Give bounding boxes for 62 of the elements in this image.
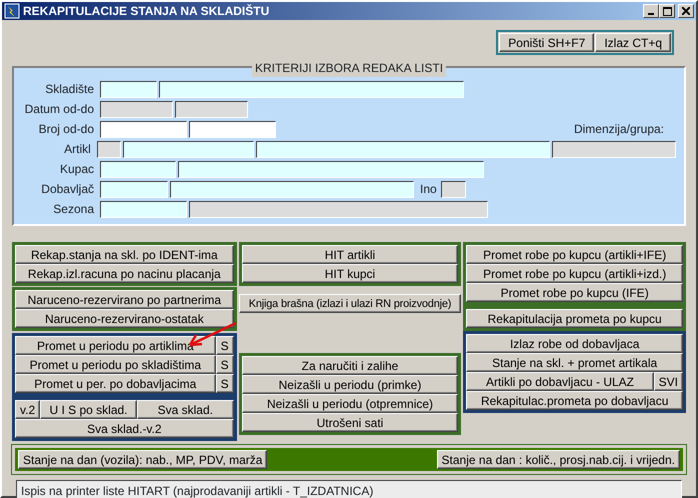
report-button[interactable]: Artikli po dobavljacu - ULAZ — [466, 372, 654, 391]
field-label: Datum od-do — [24, 101, 94, 118]
maximize-icon — [662, 6, 672, 16]
report-button[interactable]: Stanje na dan (vozila): nab., MP, PDV, marža — [18, 450, 268, 469]
report-button[interactable]: Promet u periodu po artiklima — [15, 336, 216, 355]
minimize-button[interactable] — [643, 4, 659, 18]
input-field[interactable] — [100, 160, 176, 178]
status-field: Ispis na printer liste HITART (najprodavaniji artikli - T_IZDATNICA) — [16, 480, 682, 498]
cancel-button[interactable]: Poništi SH+F7 — [499, 33, 594, 52]
report-button[interactable]: Rekap.izl.racuna po nacinu placanja — [15, 264, 234, 283]
report-button[interactable]: U I S po sklad. — [40, 400, 137, 419]
exit-button[interactable]: Izlaz CT+q — [595, 33, 671, 52]
app-icon — [4, 3, 20, 19]
input-field[interactable] — [170, 180, 414, 198]
input-field[interactable] — [178, 160, 484, 178]
report-button[interactable]: Promet robe po kupcu (artikli+izd.) — [466, 264, 683, 283]
report-button[interactable]: Promet robe po kupcu (artikli+IFE) — [466, 245, 683, 264]
close-button[interactable] — [678, 4, 694, 18]
report-button[interactable]: Naruceno-rezervirano-ostatak — [15, 309, 234, 328]
input-field[interactable] — [256, 140, 550, 158]
report-button[interactable]: HIT kupci — [242, 264, 458, 283]
report-button[interactable]: Stanje na skl. + promet artikala — [466, 353, 683, 372]
report-button[interactable]: Rekap.stanja na skl. po IDENT-ima — [15, 245, 234, 264]
report-button[interactable]: HIT artikli — [242, 245, 458, 264]
report-button[interactable]: Promet u per. po dobavljacima — [15, 374, 216, 393]
input-field[interactable] — [100, 180, 168, 198]
input-field[interactable] — [159, 80, 464, 98]
report-button[interactable]: Neizašli u periodu (otpremnice) — [242, 394, 458, 413]
input-field[interactable] — [122, 140, 254, 158]
input-field[interactable] — [100, 80, 157, 98]
report-button[interactable]: Promet robe po kupcu (IFE) — [466, 283, 683, 302]
report-button[interactable]: Naruceno-rezervirano po partnerima — [15, 290, 234, 309]
report-button[interactable]: Utrošeni sati — [242, 413, 458, 432]
report-button[interactable]: Izlaz robe od dobavljaca — [466, 334, 683, 353]
report-button[interactable]: Za naručiti i zalihe — [242, 356, 458, 375]
field-label: Broj od-do — [38, 121, 94, 138]
field-label: Ino — [420, 181, 437, 198]
field-label: Kupac — [58, 161, 94, 178]
report-button[interactable]: Rekapitulacija prometa po kupcu — [466, 309, 683, 328]
report-button[interactable]: v.2 — [15, 400, 40, 419]
field-label: Artikl — [63, 141, 91, 158]
report-button[interactable]: Neizašli u periodu (primke) — [242, 375, 458, 394]
input-field[interactable] — [189, 120, 276, 138]
close-icon — [682, 7, 690, 15]
window-title: REKAPITULACIJE STANJA NA SKLADIŠTU — [23, 3, 270, 20]
report-button[interactable]: S — [216, 374, 234, 393]
report-button[interactable]: Rekapitulac.prometa po dobavljacu — [466, 391, 683, 410]
field-label: Dobavljač — [40, 181, 94, 198]
field-label: Sezona — [52, 201, 94, 218]
report-button[interactable]: Sva sklad.-v.2 — [15, 419, 234, 438]
report-button[interactable]: SVI — [654, 372, 683, 391]
field-label: Skladište — [44, 81, 94, 98]
report-button[interactable]: Promet u periodu po skladištima — [15, 355, 216, 374]
input-field[interactable] — [100, 200, 187, 218]
report-button[interactable]: Stanje na dan : količ., prosj.nab.cij. i vrijedn. — [436, 450, 680, 469]
report-button[interactable]: S — [216, 355, 234, 374]
report-button[interactable]: Sva sklad. — [136, 400, 234, 419]
report-button[interactable]: Knjiga brašna (izlazi i ulazi RN proizvodnje) — [238, 294, 462, 313]
maximize-button[interactable] — [659, 4, 675, 18]
report-button[interactable]: S — [216, 336, 234, 355]
field-label: Dimenzija/grupa: — [574, 121, 664, 138]
input-field[interactable] — [100, 120, 187, 138]
